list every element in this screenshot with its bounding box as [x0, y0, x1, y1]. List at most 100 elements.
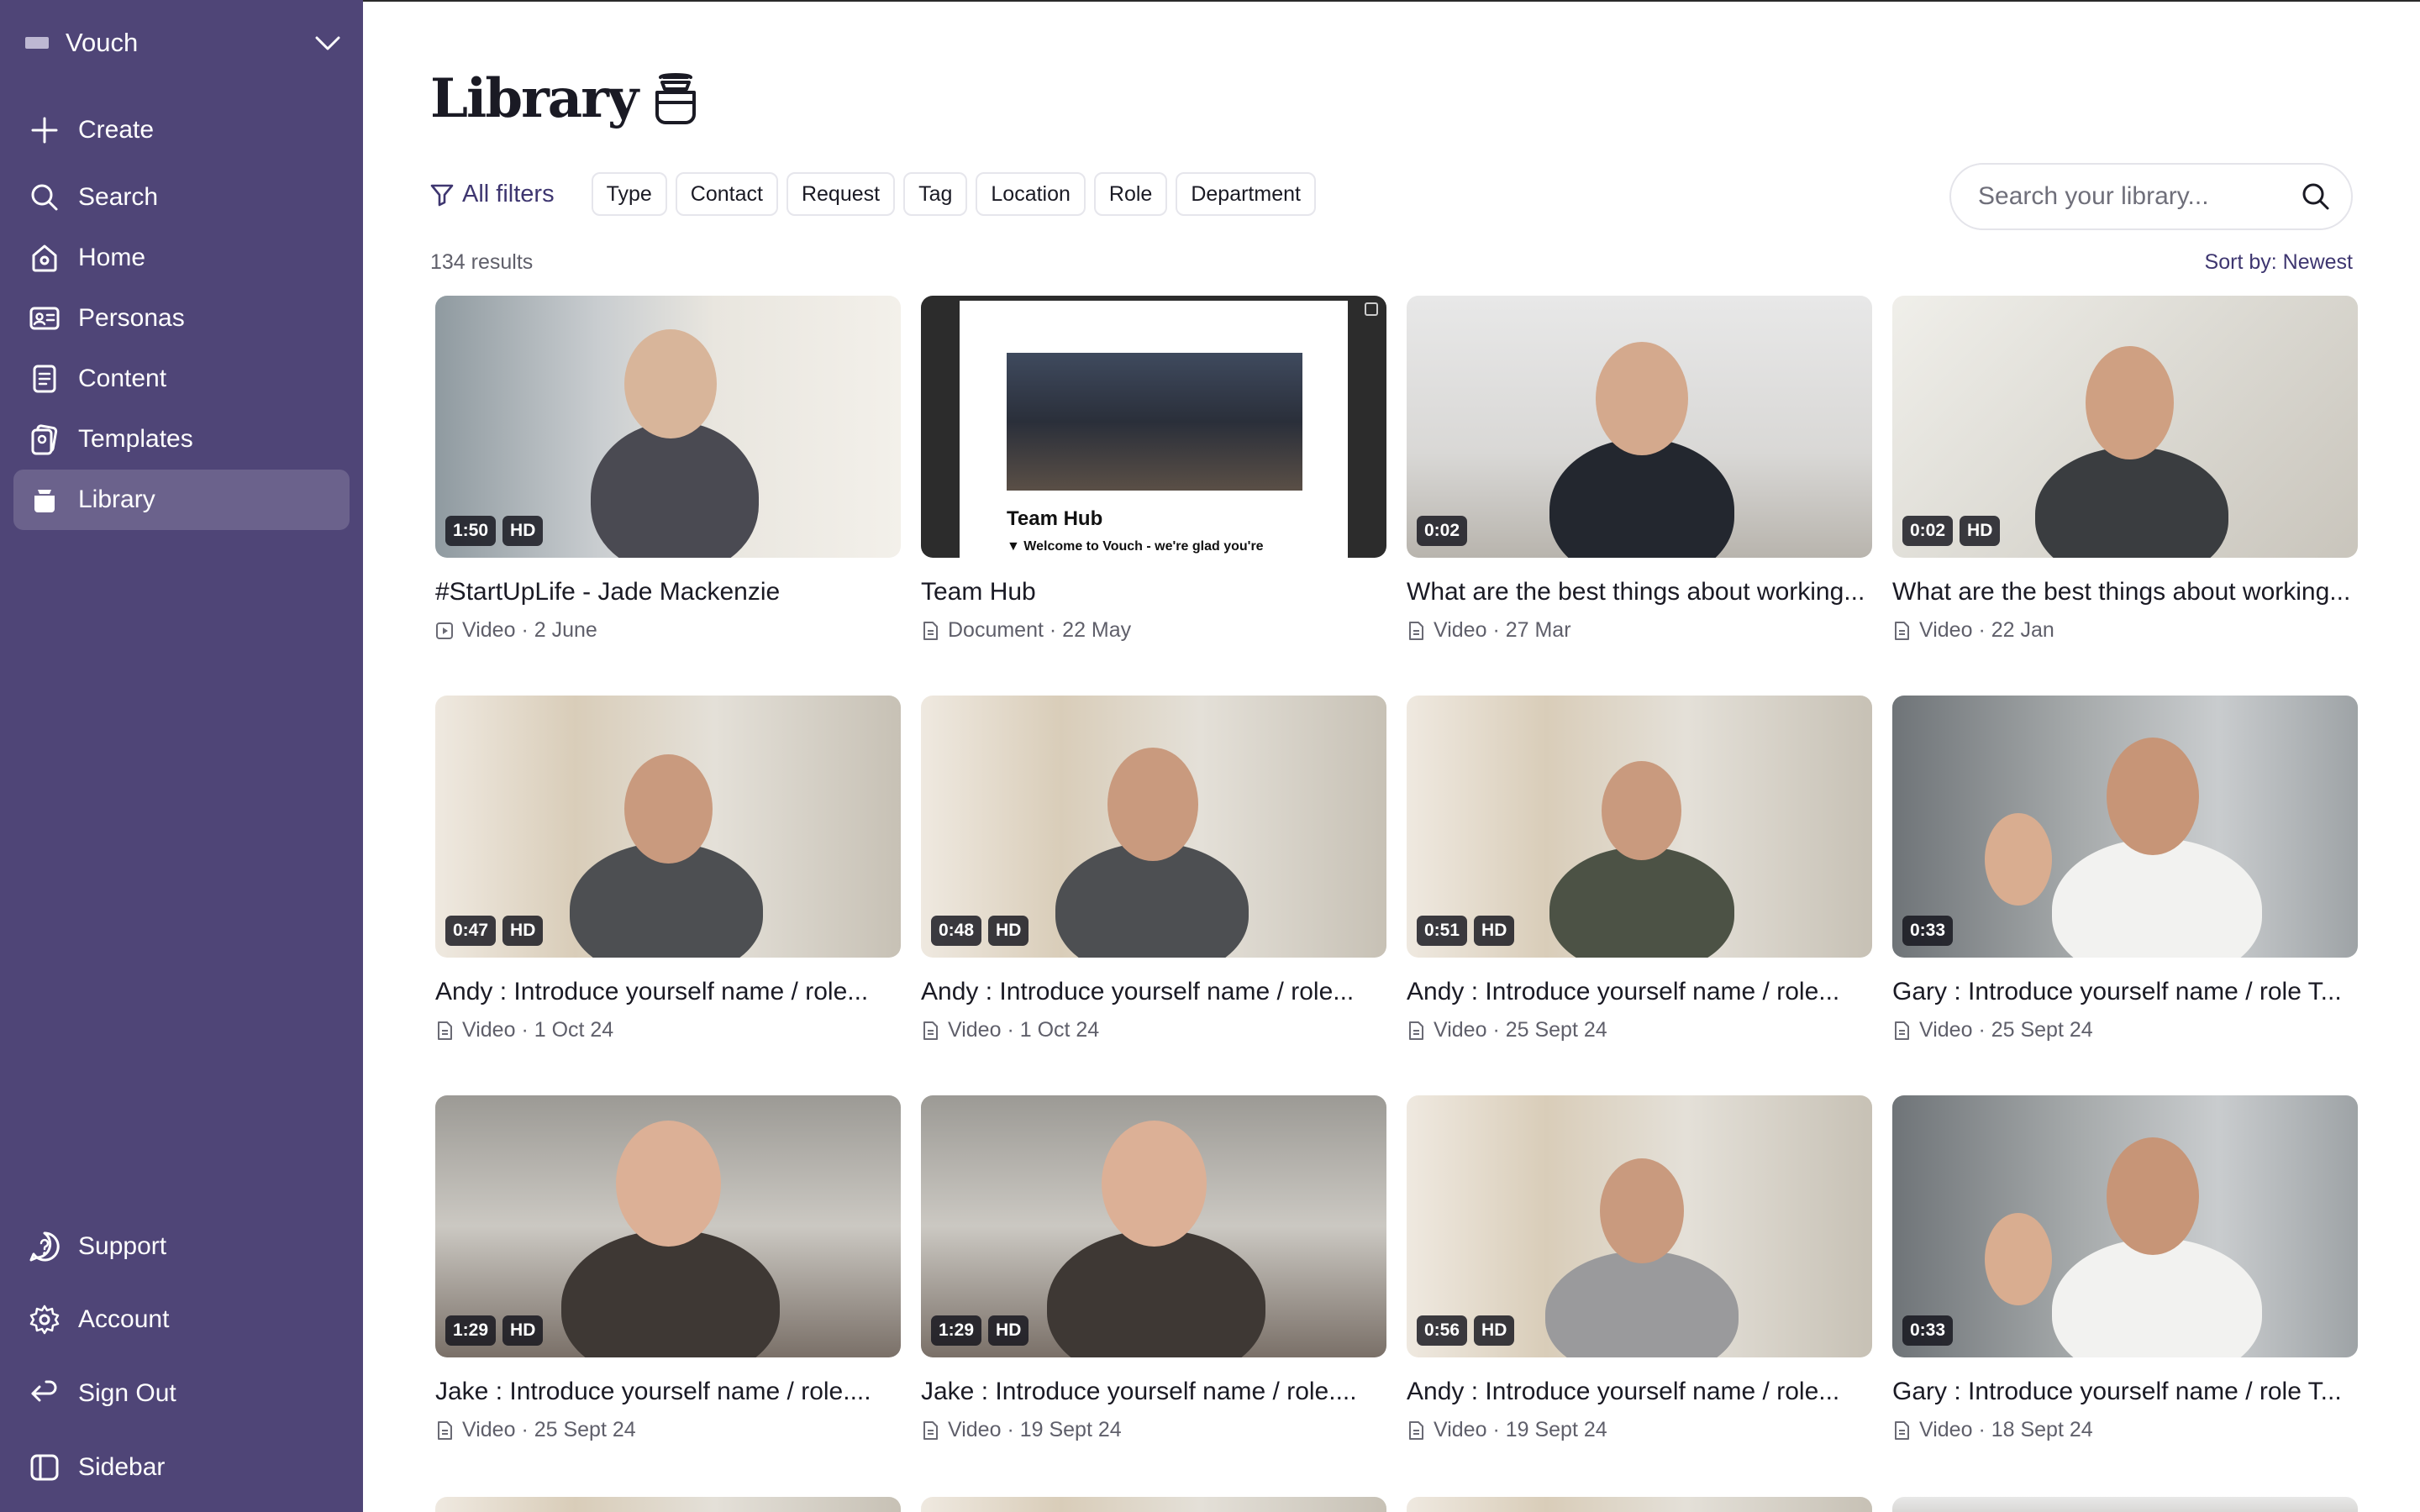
video-thumbnail[interactable]: 0:48 HD [921, 696, 1386, 958]
card-meta: Video · 27 Mar [1407, 618, 1571, 643]
search-icon[interactable] [2299, 180, 2333, 213]
video-thumbnail[interactable] [1892, 1497, 2358, 1512]
document-photo [1007, 353, 1302, 491]
card-title[interactable]: Gary : Introduce yourself name / role T.… [1892, 978, 2358, 1006]
sidebar-item-label: Create [78, 116, 155, 144]
document-page: Team Hub ▼ Welcome to Vouch - we're glad… [960, 301, 1348, 558]
card-title[interactable]: What are the best things about working..… [1407, 578, 1872, 606]
sidebar-item-sign-out[interactable]: Sign Out [13, 1363, 350, 1424]
person-head [2107, 1137, 2199, 1255]
card-title[interactable]: Andy : Introduce yourself name / role... [921, 978, 1386, 1006]
page-title: Library [430, 67, 699, 130]
card-title[interactable]: Andy : Introduce yourself name / role... [435, 978, 901, 1006]
person-figure [1047, 1230, 1265, 1357]
thumbnail-badges: 1:29 HD [445, 1315, 550, 1346]
sidebar-item-templates[interactable]: Templates [13, 409, 350, 470]
filter-chip-location[interactable]: Location [976, 172, 1086, 216]
sidebar-item-search[interactable]: Search [13, 167, 350, 228]
person-head [624, 754, 713, 864]
gear-icon [29, 1305, 60, 1335]
document-icon [1409, 1420, 1423, 1440]
card-type: Video [462, 1018, 516, 1042]
video-thumbnail[interactable]: 1:29 HD [921, 1095, 1386, 1357]
duration-badge: 1:29 [931, 1315, 982, 1346]
sidebar-item-create[interactable]: Create [13, 100, 350, 160]
filter-chip-type[interactable]: Type [591, 172, 667, 216]
filter-chip-tag[interactable]: Tag [903, 172, 968, 216]
duration-badge: 0:33 [1902, 1315, 1954, 1346]
card-type: Video [1434, 1418, 1487, 1441]
sidebar-item-library[interactable]: Library [13, 470, 350, 530]
library-card[interactable]: 1:29 HD Jake : Introduce yourself name /… [921, 1095, 1386, 1441]
video-thumbnail[interactable]: 0:51 HD [1407, 696, 1872, 958]
filter-chip-department[interactable]: Department [1176, 172, 1316, 216]
card-title[interactable]: Jake : Introduce yourself name / role...… [921, 1378, 1386, 1406]
video-thumbnail[interactable] [921, 1497, 1386, 1512]
all-filters-button[interactable]: All filters [429, 181, 555, 208]
card-meta: Video · 19 Sept 24 [921, 1418, 1122, 1442]
card-title[interactable]: Gary : Introduce yourself name / role T.… [1892, 1378, 2358, 1406]
card-title[interactable]: What are the best things about working..… [1892, 578, 2358, 606]
video-thumbnail[interactable]: 0:02 [1407, 296, 1872, 558]
sidebar-item-support[interactable]: Support [13, 1216, 350, 1277]
library-card[interactable]: 0:02 HD What are the best things about w… [1892, 296, 2358, 642]
library-card[interactable]: 0:47 HD Andy : Introduce yourself name /… [435, 696, 901, 1042]
person-figure [1549, 438, 1734, 558]
card-meta: Video · 1 Oct 24 [921, 1018, 1099, 1042]
card-title[interactable]: Andy : Introduce yourself name / role... [1407, 978, 1872, 1006]
video-thumbnail[interactable]: 0:56 HD [1407, 1095, 1872, 1357]
card-meta: Video · 25 Sept 24 [1892, 1018, 2093, 1042]
sidebar-item-personas[interactable]: Personas [13, 288, 350, 349]
person-figure [1549, 847, 1734, 958]
chevron-down-icon[interactable] [313, 30, 343, 55]
video-thumbnail[interactable]: 0:33 [1892, 696, 2358, 958]
card-type: Video [1919, 1418, 1973, 1441]
sidebar-item-content[interactable]: Content [13, 349, 350, 409]
library-card[interactable]: 0:33 Gary : Introduce yourself name / ro… [1892, 696, 2358, 1042]
duration-badge: 0:47 [445, 916, 497, 946]
sidebar-item-home[interactable]: Home [13, 228, 350, 288]
search-input[interactable]: Search your library... [1949, 163, 2353, 230]
video-thumbnail[interactable]: 1:29 HD [435, 1095, 901, 1357]
thumbnail-badges: 0:02 [1417, 516, 1474, 546]
sort-dropdown[interactable]: Sort by: Newest [2205, 250, 2353, 275]
library-card[interactable]: 0:02 What are the best things about work… [1407, 296, 1872, 642]
filter-chip-role[interactable]: Role [1093, 172, 1168, 216]
video-thumbnail[interactable]: 0:33 [1892, 1095, 2358, 1357]
person-figure [561, 1230, 780, 1357]
library-card[interactable]: 0:33 Gary : Introduce yourself name / ro… [1892, 1095, 2358, 1441]
library-card[interactable]: 1:50 HD #StartUpLife - Jade Mackenzie Vi… [435, 296, 901, 642]
card-title[interactable]: Team Hub [921, 578, 1386, 606]
workspace-name: Vouch [66, 28, 139, 57]
library-card[interactable]: Team Hub ▼ Welcome to Vouch - we're glad… [921, 296, 1386, 642]
card-title[interactable]: #StartUpLife - Jade Mackenzie [435, 578, 901, 606]
hd-badge: HD [1960, 516, 2001, 546]
person-head [1600, 1158, 1684, 1263]
library-card[interactable]: 0:48 HD Andy : Introduce yourself name /… [921, 696, 1386, 1042]
workspace-switcher[interactable]: Vouch [25, 22, 343, 64]
card-title[interactable]: Andy : Introduce yourself name / role... [1407, 1378, 1872, 1406]
filter-chip-request[interactable]: Request [786, 172, 896, 216]
video-thumbnail[interactable]: 1:50 HD [435, 296, 901, 558]
video-thumbnail[interactable]: 0:47 HD [435, 696, 901, 958]
library-card[interactable]: 1:29 HD Jake : Introduce yourself name /… [435, 1095, 901, 1441]
open-external-icon[interactable] [1365, 302, 1378, 316]
sidebar-item-sidebar-toggle[interactable]: Sidebar [13, 1437, 350, 1498]
document-thumbnail[interactable]: Team Hub ▼ Welcome to Vouch - we're glad… [921, 296, 1386, 558]
main-content: Library All filters Type Contact Request… [363, 0, 2420, 1512]
card-title[interactable]: Jake : Introduce yourself name / role...… [435, 1378, 901, 1406]
templates-icon [31, 424, 58, 455]
video-thumbnail[interactable] [1407, 1497, 1872, 1512]
video-thumbnail[interactable] [435, 1497, 901, 1512]
filter-chip-contact[interactable]: Contact [675, 172, 778, 216]
library-card[interactable]: 0:56 HD Andy : Introduce yourself name /… [1407, 1095, 1872, 1441]
hd-badge: HD [502, 916, 544, 946]
thumbnail-badges: 0:02 HD [1902, 516, 2007, 546]
video-thumbnail[interactable]: 0:02 HD [1892, 296, 2358, 558]
card-type: Video [1919, 1018, 1973, 1042]
library-card[interactable]: 0:51 HD Andy : Introduce yourself name /… [1407, 696, 1872, 1042]
sidebar-item-account[interactable]: Account [13, 1289, 350, 1350]
card-meta: Document · 22 May [921, 618, 1131, 643]
duration-badge: 1:50 [445, 516, 497, 546]
thumbnail-badges: 0:51 HD [1417, 916, 1521, 946]
